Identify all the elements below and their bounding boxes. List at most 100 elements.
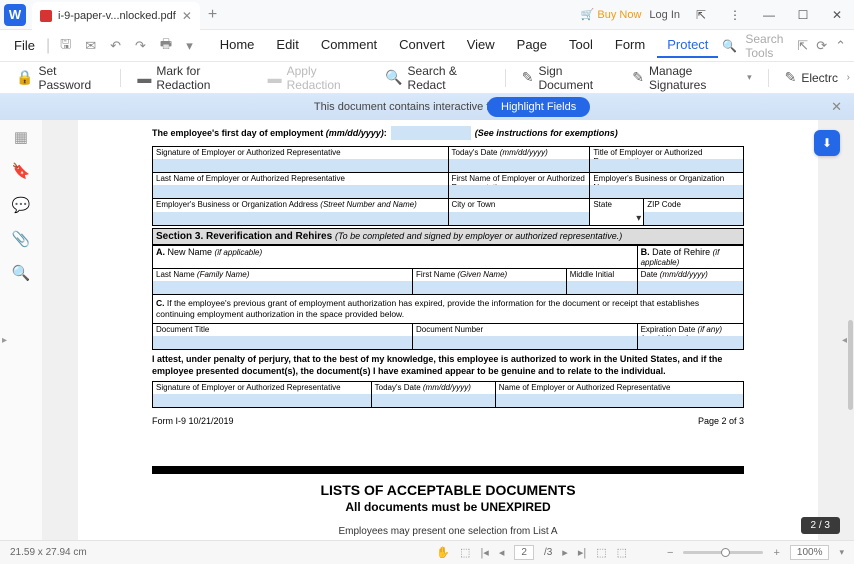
title-field[interactable] xyxy=(590,159,743,172)
tab-tool[interactable]: Tool xyxy=(559,33,603,58)
select-tool-icon[interactable]: ⬚ xyxy=(460,546,470,559)
first-page-icon[interactable]: |◂ xyxy=(480,546,488,559)
section-3-header: Section 3. Reverification and Rehires (T… xyxy=(152,228,744,245)
s3-date-field[interactable] xyxy=(638,281,743,294)
s3-fn-field[interactable] xyxy=(413,281,566,294)
document-canvas[interactable]: Certification: I attest, under penalty o… xyxy=(42,120,854,540)
zoom-level[interactable]: 100% xyxy=(790,545,830,560)
thumbnails-icon[interactable]: ▦ xyxy=(14,128,28,146)
pdf-page: Certification: I attest, under penalty o… xyxy=(78,120,818,540)
zoom-out-icon[interactable]: − xyxy=(667,547,673,559)
next-page-icon[interactable]: ▸ xyxy=(562,546,568,559)
collapse-ribbon-icon[interactable]: ⌃ xyxy=(835,38,846,54)
apply-redact-icon: ▬ xyxy=(268,70,282,86)
hand-tool-icon[interactable]: ✋ xyxy=(436,546,450,559)
electronic-button[interactable]: ✎Electrc xyxy=(777,65,846,90)
redo-icon[interactable]: ↷ xyxy=(130,35,151,57)
page-indicator: 2 / 3 xyxy=(801,517,840,534)
statusbar: 21.59 x 27.94 cm ✋ ⬚ |◂ ◂ 2 /3 ▸ ▸| ⬚ ⬚ … xyxy=(0,540,854,564)
tab-comment[interactable]: Comment xyxy=(311,33,387,58)
toolbar-scroll-right[interactable]: › xyxy=(847,72,850,83)
download-button[interactable]: ⬇ xyxy=(814,130,840,156)
tab-home[interactable]: Home xyxy=(210,33,265,58)
state-dropdown[interactable]: ▾ xyxy=(636,213,641,224)
close-tab-icon[interactable]: ✕ xyxy=(182,9,192,23)
form-number: Form I-9 10/21/2019 xyxy=(152,416,234,426)
comment-panel-icon[interactable]: 💬 xyxy=(12,196,31,214)
fit-page-icon[interactable]: ⬚ xyxy=(596,546,606,559)
employer-table-1: Signature of Employer or Authorized Repr… xyxy=(152,146,744,226)
set-password-button[interactable]: 🔒Set Password xyxy=(8,60,112,96)
maximize-button[interactable]: ☐ xyxy=(790,2,816,28)
search-icon[interactable]: 🔍 xyxy=(722,39,737,53)
open-external-icon[interactable]: ⇱ xyxy=(797,38,808,54)
tab-form[interactable]: Form xyxy=(605,33,655,58)
att-name-field[interactable] xyxy=(496,394,743,407)
save-icon[interactable]: 🖫 xyxy=(55,32,76,60)
print-icon[interactable]: 🖶 xyxy=(155,32,177,60)
lock-icon: 🔒 xyxy=(16,69,33,86)
attachment-icon[interactable]: 📎 xyxy=(12,230,31,248)
dropdown-icon[interactable]: ▾ xyxy=(181,35,198,57)
doc-title-field[interactable] xyxy=(153,336,412,349)
more-icon[interactable]: ⋮ xyxy=(722,2,748,28)
buy-now-link[interactable]: 🛒Buy Now xyxy=(581,8,642,21)
fit-width-icon[interactable]: ⬚ xyxy=(617,546,627,559)
city-field[interactable] xyxy=(449,212,590,225)
workspace: ▦ 🔖 💬 📎 🔍 ▸ Certification: I attest, und… xyxy=(0,120,854,540)
scroll-thumb[interactable] xyxy=(848,320,853,410)
zoom-in-icon[interactable]: + xyxy=(773,547,779,559)
search-redact-button[interactable]: 🔍Search & Redact xyxy=(377,60,497,96)
banner-close-icon[interactable]: ✕ xyxy=(831,99,842,115)
highlight-fields-button[interactable]: Highlight Fields xyxy=(487,97,590,117)
protect-toolbar: 🔒Set Password ▬Mark for Redaction ▬Apply… xyxy=(0,62,854,94)
prev-page-icon[interactable]: ◂ xyxy=(499,546,505,559)
apply-redaction-button: ▬Apply Redaction xyxy=(260,60,373,96)
zip-field[interactable] xyxy=(644,212,743,225)
att-date-field[interactable] xyxy=(372,394,495,407)
att-sig-field[interactable] xyxy=(153,394,371,407)
login-link[interactable]: Log In xyxy=(649,9,680,21)
fn-field[interactable] xyxy=(449,185,590,198)
bookmark-icon[interactable]: 🔖 xyxy=(12,162,31,180)
sig-field[interactable] xyxy=(153,159,448,172)
current-page[interactable]: 2 xyxy=(514,545,534,560)
mail-icon[interactable]: ✉ xyxy=(80,35,101,57)
tab-page[interactable]: Page xyxy=(507,33,557,58)
share-icon[interactable]: ⇱ xyxy=(688,2,714,28)
doc-num-field[interactable] xyxy=(413,336,637,349)
first-day-field[interactable] xyxy=(391,126,471,140)
sign-document-button[interactable]: ✎Sign Document xyxy=(514,60,621,96)
tab-view[interactable]: View xyxy=(457,33,505,58)
new-tab-button[interactable]: + xyxy=(208,6,217,24)
tab-protect[interactable]: Protect xyxy=(657,33,718,58)
undo-icon[interactable]: ↶ xyxy=(105,35,126,57)
biz-field[interactable] xyxy=(590,185,743,198)
tab-convert[interactable]: Convert xyxy=(389,33,455,58)
page-number: Page 2 of 3 xyxy=(698,416,744,426)
s3-mi-field[interactable] xyxy=(567,281,637,294)
addr-field[interactable] xyxy=(153,212,448,225)
lists-note: Employees may present one selection from… xyxy=(152,526,744,537)
mark-redaction-button[interactable]: ▬Mark for Redaction xyxy=(129,60,255,96)
manage-signatures-button[interactable]: ✎Manage Signatures ▾ xyxy=(624,60,759,96)
exp-field[interactable] xyxy=(638,336,743,349)
scrollbar[interactable] xyxy=(846,120,854,544)
close-window-button[interactable]: ✕ xyxy=(824,2,850,28)
signatures-icon: ✎ xyxy=(632,69,644,86)
ln-field[interactable] xyxy=(153,185,448,198)
document-tab[interactable]: i-9-paper-v...nlocked.pdf ✕ xyxy=(32,2,200,30)
tab-edit[interactable]: Edit xyxy=(266,33,308,58)
s3-ln-field[interactable] xyxy=(153,281,412,294)
zoom-slider[interactable] xyxy=(683,551,763,554)
last-page-icon[interactable]: ▸| xyxy=(578,546,586,559)
file-menu[interactable]: File xyxy=(8,34,41,57)
date-field[interactable] xyxy=(449,159,590,172)
minimize-button[interactable]: — xyxy=(756,2,782,28)
page-dimensions: 21.59 x 27.94 cm xyxy=(10,547,87,558)
zoom-dropdown-icon[interactable]: ▾ xyxy=(839,547,844,558)
search-tools-placeholder[interactable]: Search Tools xyxy=(745,32,789,60)
search-panel-icon[interactable]: 🔍 xyxy=(12,264,31,282)
history-icon[interactable]: ⟳ xyxy=(816,38,827,54)
expand-left-icon[interactable]: ▸ xyxy=(2,330,12,350)
